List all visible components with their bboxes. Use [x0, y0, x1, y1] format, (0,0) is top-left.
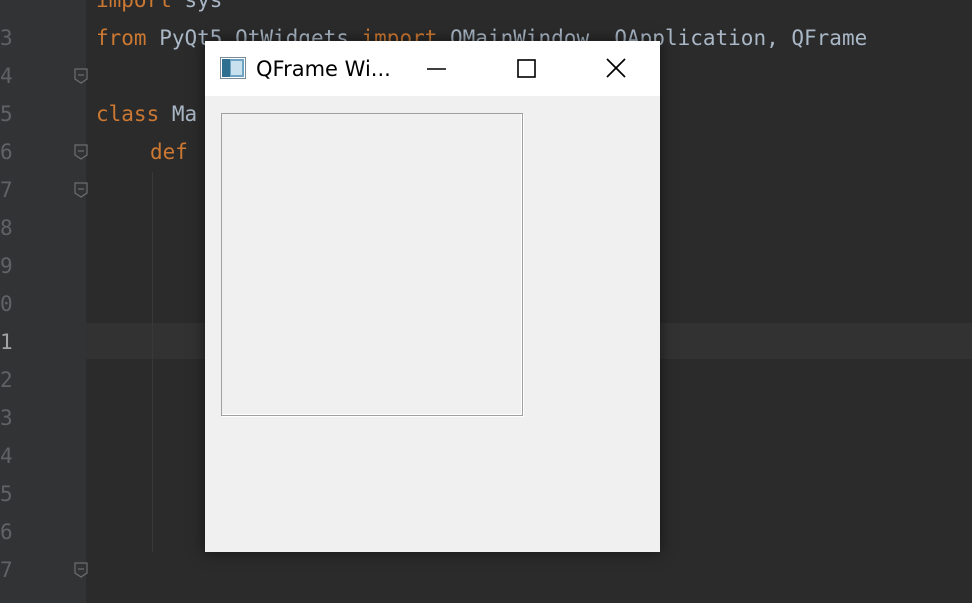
maximize-icon [517, 59, 536, 78]
line-number: 7 [0, 558, 13, 582]
qt-window-icon [220, 57, 246, 79]
line-number: 5 [0, 102, 13, 126]
minimize-icon [427, 68, 446, 70]
code-token: from [96, 26, 147, 50]
line-number: 1 [0, 330, 13, 354]
code-line-def: def [150, 140, 188, 164]
code-token: def [150, 140, 188, 164]
fold-marker-icon[interactable] [74, 562, 88, 578]
line-number: 3 [0, 406, 13, 430]
window-title: QFrame Wi... [256, 57, 391, 81]
close-icon [606, 58, 626, 78]
minimize-button[interactable] [413, 41, 459, 96]
close-button[interactable] [593, 41, 639, 96]
line-number: 8 [0, 216, 13, 240]
line-number-gutter: 3 4 5 6 7 8 9 0 1 2 3 4 5 6 7 [0, 0, 88, 603]
line-number: 4 [0, 64, 13, 88]
line-number: 4 [0, 444, 13, 468]
line-number: 2 [0, 368, 13, 392]
window-titlebar[interactable]: QFrame Wi... [205, 41, 660, 96]
code-line-import-sys: import sys [96, 0, 222, 12]
code-token: Ma [159, 102, 198, 126]
code-token: class [96, 102, 160, 126]
qframe-box [221, 113, 523, 416]
code-line-class: class Ma [96, 102, 197, 126]
line-number: 7 [0, 178, 13, 202]
line-number: 0 [0, 292, 13, 316]
fold-marker-icon[interactable] [74, 144, 88, 160]
fold-marker-icon[interactable] [74, 182, 88, 198]
line-number: 5 [0, 482, 13, 506]
code-token: import [96, 0, 172, 12]
fold-marker-icon[interactable] [74, 68, 88, 84]
line-number: 6 [0, 140, 13, 164]
desktop-screen: 345678901234567 import sys from PyQt5.QtW… [0, 0, 972, 603]
qframe-window[interactable]: QFrame Wi... [205, 41, 660, 552]
indent-guide [152, 172, 153, 552]
code-token: sys [171, 0, 223, 12]
line-number: 9 [0, 254, 13, 278]
line-number: 6 [0, 520, 13, 544]
maximize-button[interactable] [503, 41, 549, 96]
line-number: 3 [0, 26, 13, 50]
